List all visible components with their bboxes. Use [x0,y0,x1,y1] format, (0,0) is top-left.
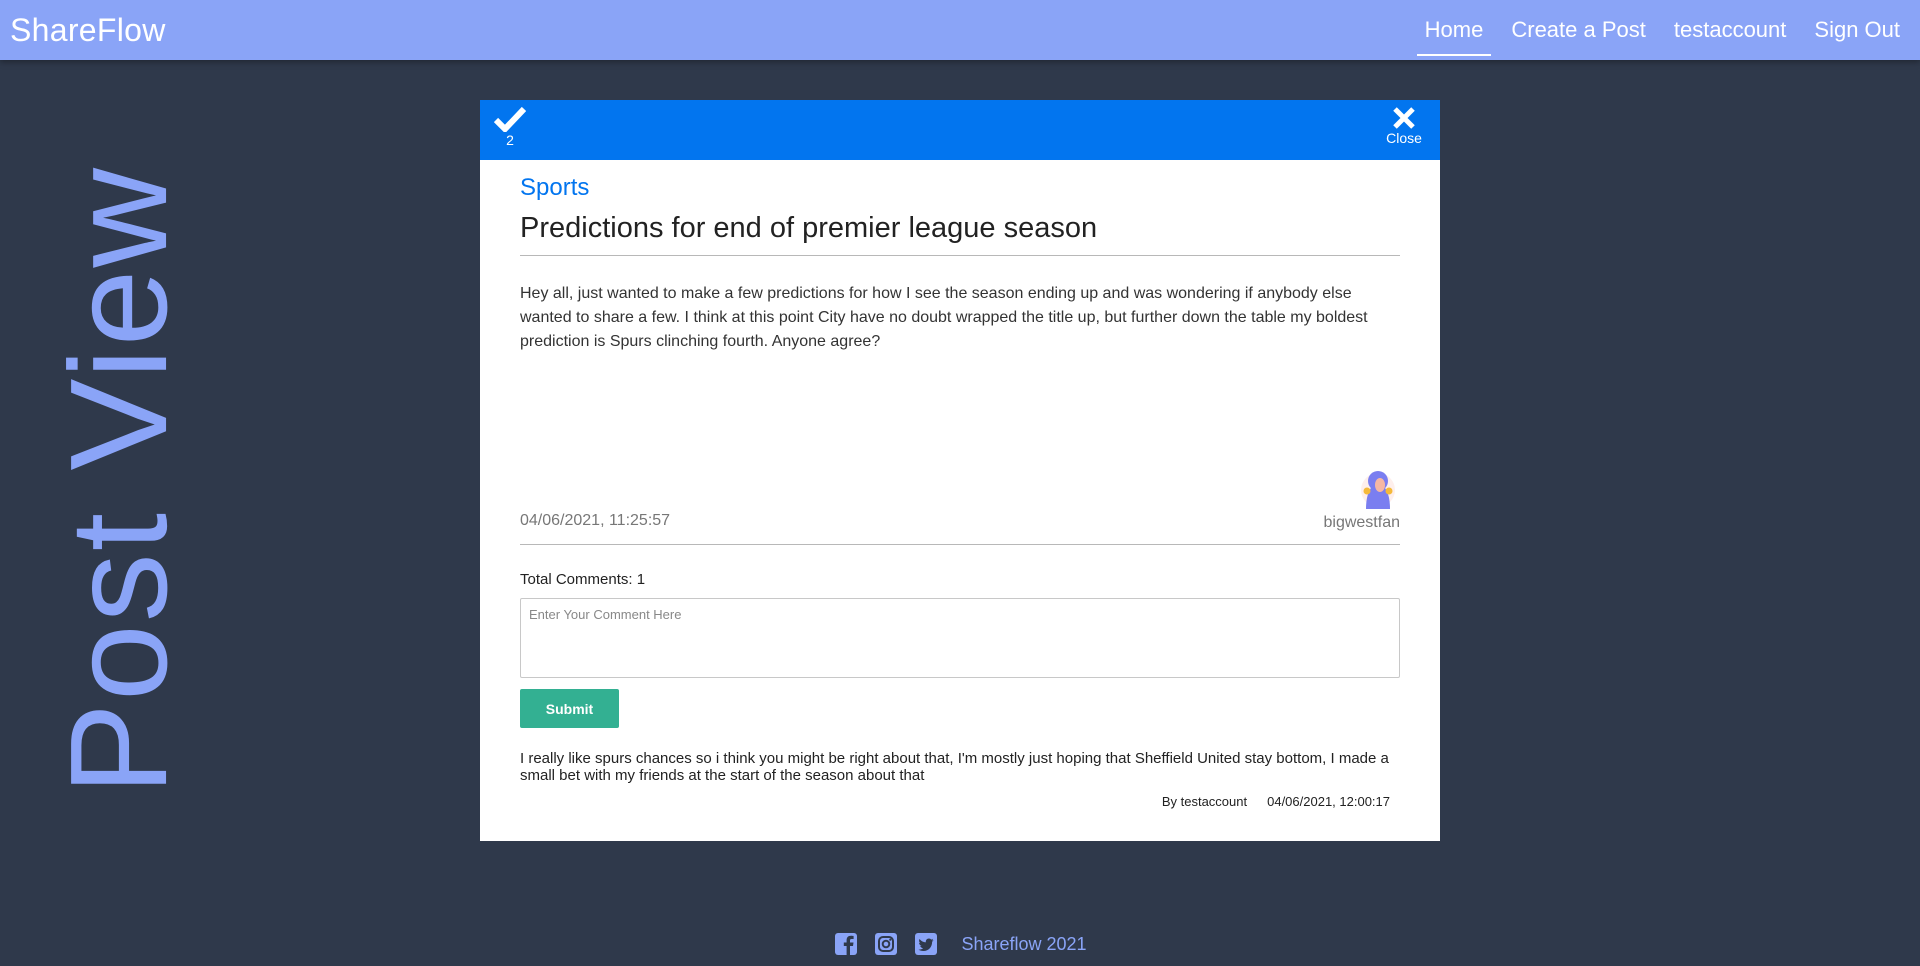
post-card-header: 2 Close [480,100,1440,160]
top-navbar: ShareFlow Home Create a Post testaccount… [0,0,1920,60]
nav-link-home[interactable]: Home [1415,0,1494,60]
brand-logo[interactable]: ShareFlow [10,12,166,49]
nav-links: Home Create a Post testaccount Sign Out [1415,0,1910,60]
nav-link-sign-out[interactable]: Sign Out [1804,0,1910,60]
avatar [1361,471,1395,509]
post-author-name[interactable]: bigwestfan [1324,514,1401,532]
meta-divider [520,544,1400,545]
title-divider [520,255,1400,256]
twitter-icon[interactable] [913,931,939,957]
comment-meta: By testaccount 04/06/2021, 12:00:17 [520,794,1400,809]
close-label: Close [1386,130,1422,146]
footer-copyright: Shareflow 2021 [961,933,1087,954]
comment-author: By testaccount [1161,794,1248,809]
nav-link-account[interactable]: testaccount [1664,0,1797,60]
nav-link-create-post[interactable]: Create a Post [1501,0,1656,60]
comment-input[interactable] [520,598,1400,678]
checkmark-icon [494,106,526,132]
facebook-icon[interactable] [833,931,859,957]
post-author: bigwestfan [1324,465,1401,532]
comment-text: I really like spurs chances so i think y… [520,750,1389,784]
close-button[interactable]: Close [1382,106,1426,146]
post-content: Sports Predictions for end of premier le… [480,160,1440,809]
post-body: Hey all, just wanted to make a few predi… [520,285,1368,350]
upvote-button[interactable]: 2 [492,106,528,148]
total-comments: Total Comments: 1 [520,571,646,588]
side-title-text: Post View [42,165,197,795]
post-card: 2 Close Sports Predictions for end of pr… [480,100,1440,841]
comment-item: I really like spurs chances so i think y… [520,750,1400,809]
comment-date: 04/06/2021, 12:00:17 [1267,794,1390,809]
post-meta: 04/06/2021, 11:25:57 bigwestfan [520,471,1400,532]
submit-comment-button[interactable]: Submit [520,689,619,728]
instagram-icon[interactable] [873,931,899,957]
post-date: 04/06/2021, 11:25:57 [520,512,671,529]
vote-count: 2 [506,132,514,148]
post-title: Predictions for end of premier league se… [520,212,1098,244]
close-icon [1393,107,1415,129]
post-category-link[interactable]: Sports [520,174,589,202]
footer: Shareflow 2021 [0,930,1920,958]
page-side-title: Post View [43,165,197,794]
